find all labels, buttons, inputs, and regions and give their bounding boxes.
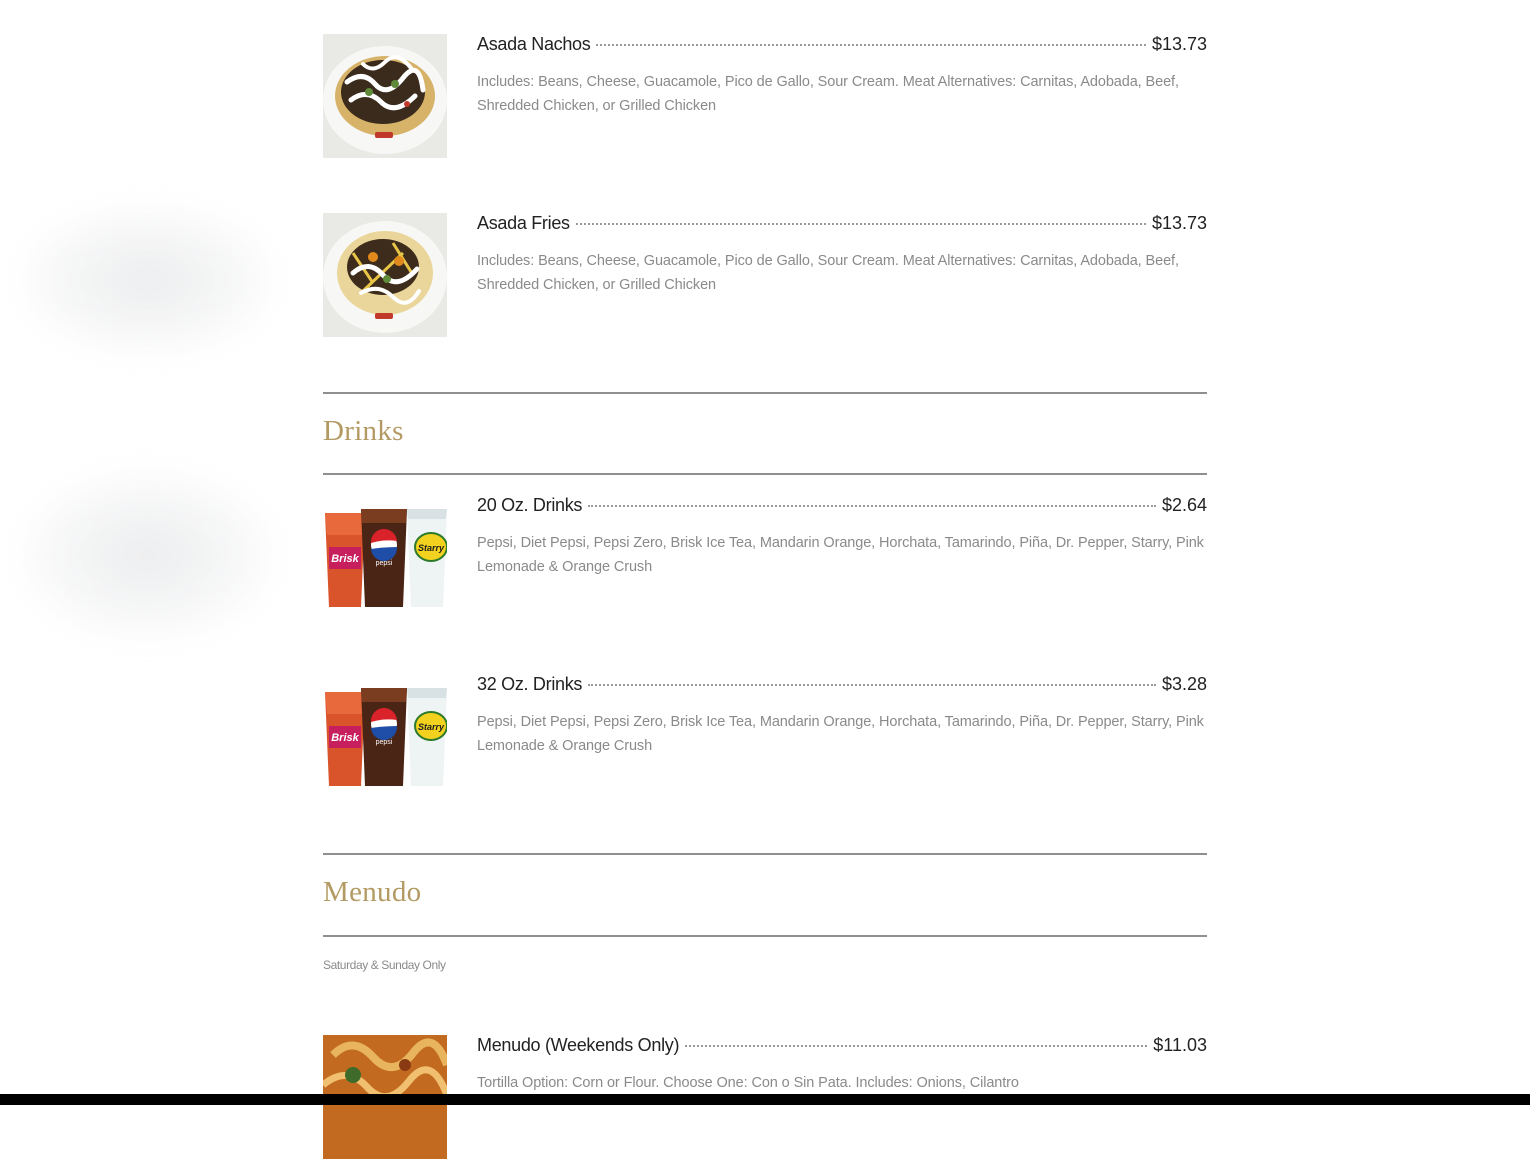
section-divider: [323, 853, 1207, 855]
svg-text:pepsi: pepsi: [376, 739, 393, 746]
menu-item-20oz-drinks[interactable]: Brisk pepsi Starry 20 Oz. Drinks $2.64 P…: [323, 495, 1207, 620]
svg-text:pepsi: pepsi: [376, 560, 393, 567]
menu-item-header: 32 Oz. Drinks $3.28: [477, 674, 1207, 700]
dotted-leader: [588, 505, 1156, 507]
bottom-bar: [0, 1094, 1530, 1105]
menu-item-name: 20 Oz. Drinks: [477, 495, 583, 515]
svg-text:Brisk: Brisk: [331, 732, 359, 744]
nachos-plate-photo[interactable]: [323, 34, 447, 158]
menu-item-name: 32 Oz. Drinks: [477, 674, 583, 694]
menu-item-description: Includes: Beans, Cheese, Guacamole, Pico…: [477, 74, 1179, 114]
menu-item-price: $11.03: [1153, 1035, 1207, 1055]
section-note: Saturday & Sunday Only: [323, 958, 446, 972]
svg-text:Starry: Starry: [418, 543, 445, 553]
menu-item-price: $3.28: [1161, 674, 1207, 694]
menu-item-description: Includes: Beans, Cheese, Guacamole, Pico…: [477, 253, 1179, 293]
menu-item-info: Menudo (Weekends Only) $11.03 Tortilla O…: [477, 1035, 1207, 1095]
svg-text:Brisk: Brisk: [331, 553, 359, 565]
menu-item-info: Asada Fries $13.73 Includes: Beans, Chee…: [477, 213, 1207, 297]
menu-item-price: $13.73: [1151, 213, 1207, 233]
menu-item-asada-nachos[interactable]: Asada Nachos $13.73 Includes: Beans, Che…: [323, 34, 1207, 159]
menu-item-info: 32 Oz. Drinks $3.28 Pepsi, Diet Pepsi, P…: [477, 674, 1207, 758]
section-divider: [323, 473, 1207, 475]
menu-item-32oz-drinks[interactable]: Brisk pepsi Starry 32 Oz. Drinks $3.28 P…: [323, 674, 1207, 799]
blurred-background-image: [20, 470, 275, 640]
dotted-leader: [575, 223, 1146, 225]
fries-plate-photo[interactable]: [323, 213, 447, 337]
menu-item-header: Menudo (Weekends Only) $11.03: [477, 1035, 1207, 1061]
section-divider: [323, 935, 1207, 937]
menu-item-description: Pepsi, Diet Pepsi, Pepsi Zero, Brisk Ice…: [477, 535, 1204, 575]
menu-item-info: Asada Nachos $13.73 Includes: Beans, Che…: [477, 34, 1207, 118]
menu-item-name: Asada Fries: [477, 213, 570, 233]
menu-item-info: 20 Oz. Drinks $2.64 Pepsi, Diet Pepsi, P…: [477, 495, 1207, 579]
section-title-menudo: Menudo: [323, 876, 422, 908]
drink-cups-photo[interactable]: Brisk pepsi Starry: [323, 495, 447, 619]
menu-item-header: Asada Fries $13.73: [477, 213, 1207, 239]
menu-item-price: $2.64: [1161, 495, 1207, 515]
menu-item-description: Pepsi, Diet Pepsi, Pepsi Zero, Brisk Ice…: [477, 714, 1204, 754]
blurred-background-image: [20, 205, 275, 355]
drink-cups-photo[interactable]: Brisk pepsi Starry: [323, 674, 447, 798]
menu-item-price: $13.73: [1151, 34, 1207, 54]
menu-item-header: Asada Nachos $13.73: [477, 34, 1207, 60]
section-divider: [323, 392, 1207, 394]
dotted-leader: [596, 44, 1146, 46]
menu-item-asada-fries[interactable]: Asada Fries $13.73 Includes: Beans, Chee…: [323, 213, 1207, 338]
dotted-leader: [685, 1045, 1148, 1047]
svg-text:Starry: Starry: [418, 722, 445, 732]
section-title-drinks: Drinks: [323, 415, 404, 447]
dotted-leader: [588, 684, 1156, 686]
menu-item-name: Asada Nachos: [477, 34, 591, 54]
menu-item-name: Menudo (Weekends Only): [477, 1035, 680, 1055]
menu-item-description: Tortilla Option: Corn or Flour. Choose O…: [477, 1075, 1019, 1091]
menu-item-header: 20 Oz. Drinks $2.64: [477, 495, 1207, 521]
